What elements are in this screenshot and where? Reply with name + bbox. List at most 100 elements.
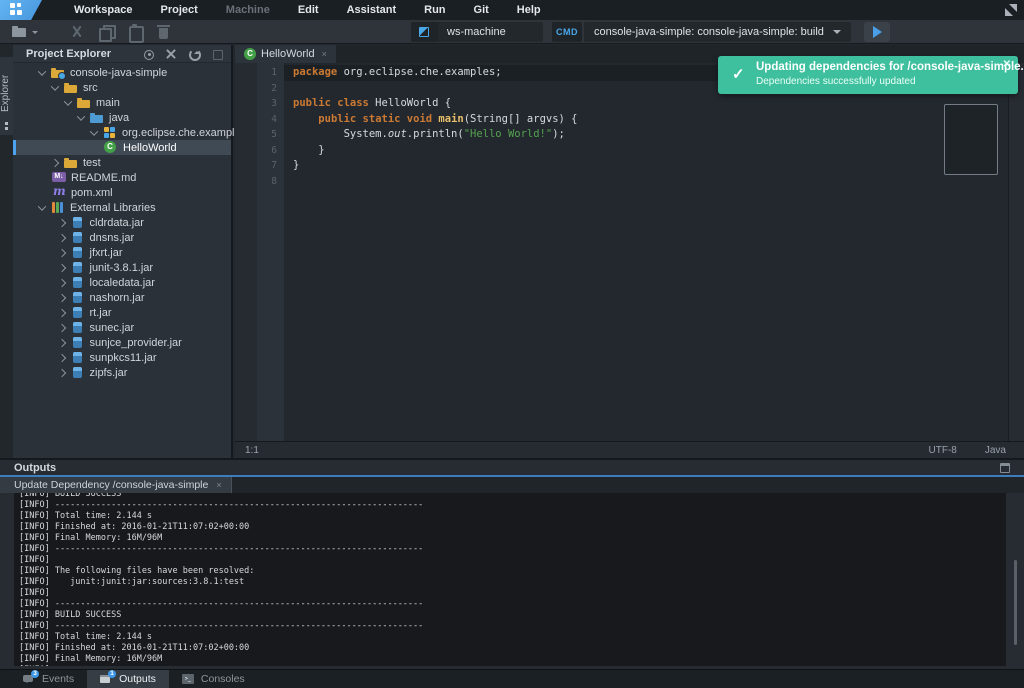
toast-close-icon[interactable]: ✕ xyxy=(1003,59,1011,70)
chevron-down-icon[interactable] xyxy=(64,97,72,105)
explorer-side-tab[interactable]: Explorer xyxy=(0,57,13,135)
copy-icon[interactable] xyxy=(98,24,114,40)
code-line[interactable]: public static void main(String[] argvs) … xyxy=(284,112,1008,128)
console-scrollbar-thumb[interactable] xyxy=(1014,560,1017,645)
paste-icon[interactable] xyxy=(127,24,143,40)
tree-item-sunec-jar[interactable]: sunec.jar xyxy=(13,320,231,335)
chevron-right-icon[interactable] xyxy=(57,293,65,301)
menu-help[interactable]: Help xyxy=(503,0,555,20)
tree-item-nashorn-jar[interactable]: nashorn.jar xyxy=(13,290,231,305)
toast-notification: ✓ Updating dependencies for /console-jav… xyxy=(718,56,1018,94)
chevron-right-icon[interactable] xyxy=(57,278,65,286)
editor-scrollbar-track[interactable] xyxy=(1008,63,1024,441)
tree-item-sunjce-provider-jar[interactable]: sunjce_provider.jar xyxy=(13,335,231,350)
editor-scrollbar-thumb[interactable] xyxy=(944,104,998,175)
line-number: 1 xyxy=(257,65,277,81)
tree-item-label: junit-3.8.1.jar xyxy=(90,262,154,274)
editor-tab-helloworld[interactable]: HelloWorld × xyxy=(235,45,336,63)
menu-machine[interactable]: Machine xyxy=(212,0,284,20)
chevron-right-icon[interactable] xyxy=(57,368,65,376)
code-area[interactable]: 12345678 package org.eclipse.che.example… xyxy=(235,63,1024,441)
tree-item-junit-3-8-1-jar[interactable]: junit-3.8.1.jar xyxy=(13,260,231,275)
console-output[interactable]: [INFO] BUILD SUCCESS[INFO] -------------… xyxy=(14,493,1006,666)
editor: HelloWorld × 12345678 package org.eclips… xyxy=(235,45,1024,458)
chevron-down-icon[interactable] xyxy=(90,127,98,135)
chevron-right-icon[interactable] xyxy=(57,308,65,316)
code-lines[interactable]: package org.eclipse.che.examples; public… xyxy=(284,63,1008,441)
menu-workspace[interactable]: Workspace xyxy=(60,0,147,20)
tree-item-label: pom.xml xyxy=(71,187,113,199)
locate-icon[interactable] xyxy=(142,48,154,60)
command-selector[interactable]: console-java-simple: console-java-simple… xyxy=(584,22,851,42)
close-icon[interactable]: × xyxy=(322,50,327,59)
code-line[interactable]: System.out.println("Hello World!"); xyxy=(284,127,1008,143)
chevron-down-icon[interactable] xyxy=(51,82,59,90)
tree-item-org-eclipse-che-examples[interactable]: org.eclipse.che.examples xyxy=(13,125,231,140)
link-icon[interactable] xyxy=(211,48,223,60)
expand-icon[interactable] xyxy=(1005,4,1017,16)
code-line[interactable]: public class HelloWorld { xyxy=(284,96,1008,112)
chevron-down-icon[interactable] xyxy=(38,202,46,210)
console-line: [INFO] ---------------------------------… xyxy=(19,599,1006,610)
tree-item-pom-xml[interactable]: pom.xml xyxy=(13,185,231,200)
tree-item-label: External Libraries xyxy=(70,202,156,214)
outputs-tab-update-dependency[interactable]: Update Dependency /console-java-simple × xyxy=(0,477,231,493)
tree-item-label: nashorn.jar xyxy=(90,292,145,304)
code-line[interactable]: } xyxy=(284,158,1008,174)
chevron-right-icon[interactable] xyxy=(57,353,65,361)
close-icon[interactable]: × xyxy=(216,480,221,490)
machine-selector[interactable]: ws-machine xyxy=(438,22,543,42)
console-lines: [INFO] BUILD SUCCESS[INFO] -------------… xyxy=(14,493,1006,666)
delete-icon[interactable] xyxy=(156,24,172,40)
bottom-tab-outputs[interactable]: 1Outputs xyxy=(87,670,169,688)
bottom-tab-events[interactable]: 3Events xyxy=(10,670,87,688)
tree-item-external-libraries[interactable]: External Libraries xyxy=(13,200,231,215)
tree-item-dnsns-jar[interactable]: dnsns.jar xyxy=(13,230,231,245)
menu-run[interactable]: Run xyxy=(410,0,459,20)
tree-item-console-java-simple[interactable]: console-java-simple xyxy=(13,65,231,80)
code-line[interactable] xyxy=(284,174,1008,190)
chevron-right-icon[interactable] xyxy=(57,218,65,226)
line-number: 2 xyxy=(257,81,277,97)
chevron-down-icon[interactable] xyxy=(77,112,85,120)
tree-item-jfxrt-jar[interactable]: jfxrt.jar xyxy=(13,245,231,260)
tree-item-label: main xyxy=(96,97,120,109)
machine-cube-icon[interactable] xyxy=(411,22,438,42)
tree-item-readme-md[interactable]: README.md xyxy=(13,170,231,185)
refresh-icon[interactable] xyxy=(188,48,200,60)
chevron-right-icon[interactable] xyxy=(57,263,65,271)
chevron-right-icon[interactable] xyxy=(57,233,65,241)
tree-item-src[interactable]: src xyxy=(13,80,231,95)
line-number: 6 xyxy=(257,143,277,159)
chevron-right-icon[interactable] xyxy=(57,323,65,331)
chevron-right-icon[interactable] xyxy=(57,338,65,346)
menu-assistant[interactable]: Assistant xyxy=(333,0,411,20)
tree-item-cldrdata-jar[interactable]: cldrdata.jar xyxy=(13,215,231,230)
tree-item-main[interactable]: main xyxy=(13,95,231,110)
tree-item-java[interactable]: java xyxy=(13,110,231,125)
jar-icon xyxy=(71,291,85,304)
tree-item-zipfs-jar[interactable]: zipfs.jar xyxy=(13,365,231,380)
tree-item-localedata-jar[interactable]: localedata.jar xyxy=(13,275,231,290)
menu-git[interactable]: Git xyxy=(460,0,503,20)
menu-edit[interactable]: Edit xyxy=(284,0,333,20)
tree-item-rt-jar[interactable]: rt.jar xyxy=(13,305,231,320)
events-icon: 3 xyxy=(23,674,36,685)
chevron-right-icon[interactable] xyxy=(57,248,65,256)
chevron-right-icon[interactable] xyxy=(51,158,59,166)
collapse-all-icon[interactable] xyxy=(165,48,177,60)
menu-project[interactable]: Project xyxy=(147,0,212,20)
chevron-down-icon xyxy=(833,30,841,38)
code-line[interactable]: } xyxy=(284,143,1008,159)
tree-item-test[interactable]: test xyxy=(13,155,231,170)
maximize-icon[interactable] xyxy=(1000,463,1010,473)
tree-item-sunpkcs11-jar[interactable]: sunpkcs11.jar xyxy=(13,350,231,365)
badge: 3 xyxy=(31,670,39,678)
bottom-tab-consoles[interactable]: Consoles xyxy=(169,670,258,688)
cut-icon[interactable] xyxy=(69,24,85,40)
breakpoint-ruler[interactable] xyxy=(235,63,257,441)
tree-item-helloworld[interactable]: HelloWorld xyxy=(13,140,231,155)
chevron-down-icon[interactable] xyxy=(38,67,46,75)
new-project-icon[interactable] xyxy=(12,24,38,40)
run-command-button[interactable] xyxy=(864,22,890,42)
